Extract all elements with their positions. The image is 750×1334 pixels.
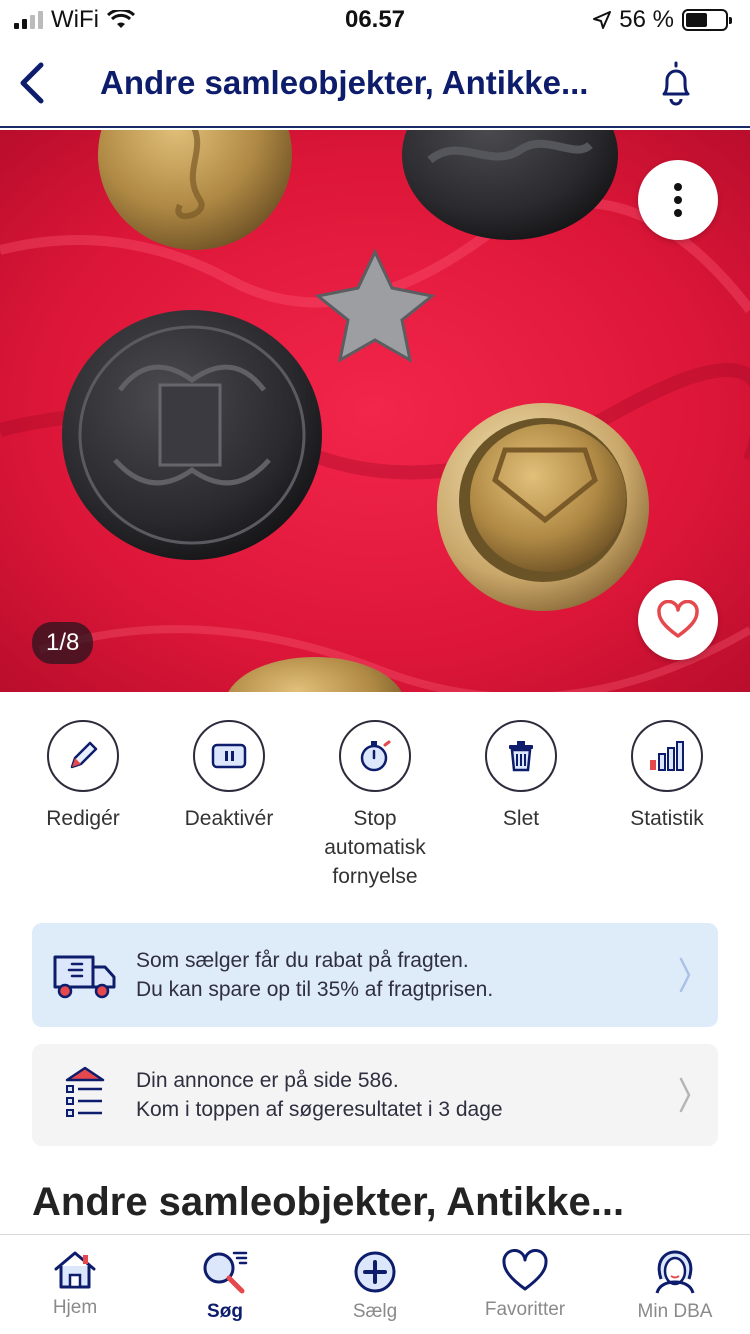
tab-bar: Hjem Søg Sælg Favoritter Min DBA bbox=[0, 1234, 750, 1334]
statistics-label: Statistik bbox=[630, 807, 704, 830]
tab-home[interactable]: Hjem bbox=[0, 1235, 150, 1334]
wifi-icon bbox=[106, 10, 135, 28]
listing-photo[interactable]: 1/8 bbox=[0, 130, 750, 692]
notifications-button[interactable] bbox=[646, 39, 706, 127]
status-time: 06.57 bbox=[344, 6, 406, 33]
search-position-line1: Din annonce er på side 586. bbox=[136, 1069, 399, 1092]
tab-sell[interactable]: Sælg bbox=[300, 1235, 450, 1334]
bell-icon bbox=[662, 61, 690, 106]
boost-list-icon bbox=[50, 1066, 120, 1124]
edit-button-circle[interactable] bbox=[47, 720, 119, 792]
stop-renewal-button[interactable]: Stop automatisk fornyelse bbox=[305, 720, 445, 891]
navigation-bar: Andre samleobjekter, Antikke... bbox=[0, 40, 750, 128]
edit-label: Redigér bbox=[46, 807, 120, 830]
statistics-button[interactable]: Statistik bbox=[597, 720, 737, 891]
back-button[interactable] bbox=[2, 39, 62, 127]
tab-sell-label: Sælg bbox=[352, 1301, 398, 1322]
signal-icon bbox=[14, 11, 43, 29]
stop-renewal-button-circle[interactable] bbox=[339, 720, 411, 792]
pause-icon bbox=[211, 743, 247, 769]
statistics-button-circle[interactable] bbox=[631, 720, 703, 792]
search-position-line2: Kom i toppen af søgeresultatet i 3 dage bbox=[136, 1098, 503, 1121]
status-right: 56 % bbox=[593, 6, 732, 34]
bar-chart-icon bbox=[650, 741, 684, 771]
chevron-right-icon bbox=[670, 957, 700, 993]
chevron-right-icon bbox=[670, 1077, 700, 1113]
image-counter: 1/8 bbox=[32, 622, 94, 664]
search-position-card[interactable]: Din annonce er på side 586. Kom i toppen… bbox=[32, 1044, 718, 1146]
stop-renewal-label: Stop automatisk fornyelse bbox=[324, 807, 426, 888]
listing-actions: Redigér Deaktivér Stop automatisk fornye… bbox=[0, 720, 750, 891]
more-options-button[interactable] bbox=[638, 160, 718, 240]
shipping-discount-line2: Du kan spare op til 35% af fragtprisen. bbox=[136, 978, 494, 1001]
shipping-discount-text: Som sælger får du rabat på fragten. Du k… bbox=[120, 946, 670, 1004]
page-title: Andre samleobjekter, Antikke... bbox=[100, 64, 589, 101]
delivery-truck-icon bbox=[50, 951, 120, 999]
deactivate-button[interactable]: Deaktivér bbox=[159, 720, 299, 891]
chevron-left-icon bbox=[20, 62, 44, 104]
heart-icon bbox=[502, 1249, 548, 1291]
tab-home-label: Hjem bbox=[52, 1297, 98, 1318]
heart-icon bbox=[657, 600, 699, 638]
delete-button-circle[interactable] bbox=[485, 720, 557, 792]
pencil-icon bbox=[70, 741, 98, 769]
tab-favorites[interactable]: Favoritter bbox=[450, 1235, 600, 1334]
profile-icon bbox=[655, 1250, 695, 1294]
status-bar: WiFi 06.57 56 % bbox=[0, 0, 750, 40]
tab-my-dba-label: Min DBA bbox=[637, 1301, 713, 1322]
deactivate-label: Deaktivér bbox=[184, 807, 274, 830]
carrier-label: WiFi bbox=[51, 6, 99, 33]
trash-icon bbox=[509, 741, 533, 772]
favorite-button[interactable] bbox=[638, 580, 718, 660]
tab-search-label: Søg bbox=[207, 1301, 243, 1322]
coins-photo bbox=[0, 130, 750, 692]
delete-label: Slet bbox=[502, 807, 540, 830]
shipping-discount-card[interactable]: Som sælger får du rabat på fragten. Du k… bbox=[32, 923, 718, 1027]
home-icon bbox=[54, 1251, 96, 1289]
deactivate-button-circle[interactable] bbox=[193, 720, 265, 792]
location-arrow-icon bbox=[593, 11, 612, 29]
stopwatch-icon bbox=[360, 740, 391, 772]
battery-icon bbox=[682, 9, 732, 31]
search-position-text: Din annonce er på side 586. Kom i toppen… bbox=[120, 1066, 670, 1124]
status-left: WiFi bbox=[14, 6, 135, 34]
shipping-discount-line1: Som sælger får du rabat på fragten. bbox=[136, 949, 469, 972]
plus-circle-icon bbox=[354, 1251, 396, 1293]
search-icon bbox=[203, 1251, 248, 1294]
delete-button[interactable]: Slet bbox=[451, 720, 591, 891]
tab-search[interactable]: Søg bbox=[150, 1235, 300, 1334]
tab-my-dba[interactable]: Min DBA bbox=[600, 1235, 750, 1334]
tab-favorites-label: Favoritter bbox=[484, 1299, 566, 1320]
battery-percent: 56 % bbox=[619, 6, 674, 33]
listing-title: Andre samleobjekter, Antikke... bbox=[32, 1180, 625, 1224]
more-vertical-icon bbox=[674, 183, 682, 217]
edit-button[interactable]: Redigér bbox=[13, 720, 153, 891]
